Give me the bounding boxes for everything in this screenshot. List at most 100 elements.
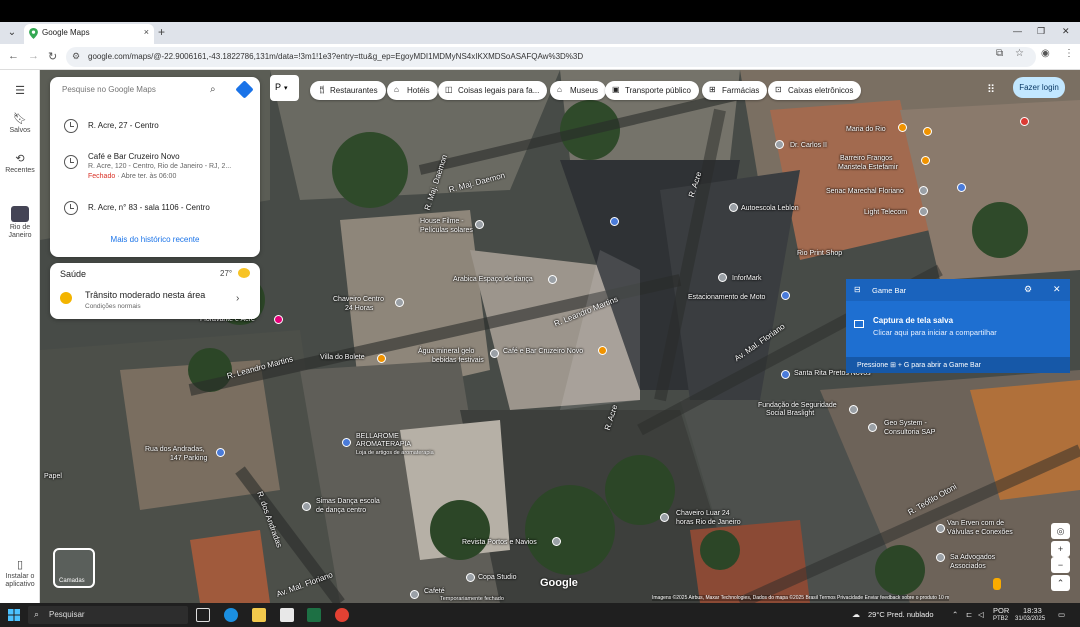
place-label[interactable]: Arabica Espaço de dança [453,276,533,283]
place-pin[interactable] [395,298,404,307]
clock-time[interactable]: 18:33 [1023,606,1042,615]
chip-hotels[interactable]: ⌂ Hotéis [387,81,438,100]
place-pin[interactable] [729,203,738,212]
place-label[interactable]: Papel [44,473,62,480]
weather-text[interactable]: 29°C Pred. nublado [868,610,934,619]
place-label[interactable]: 24 Horas [345,305,373,312]
place-label[interactable]: Simas Dança escola [316,498,380,505]
omnibox[interactable]: ⚙ google.com/maps/@-22.9006161,-43.18227… [66,47,1036,67]
place-label[interactable]: InforMark [732,275,762,282]
install-app-icon[interactable]: ⧉ [996,48,1003,59]
place-label[interactable]: Barreiro Frangos [840,155,893,162]
network-icon[interactable]: ⊏ [966,610,972,619]
place-pin[interactable] [919,186,928,195]
place-label[interactable]: Senac Marechal Floriano [826,188,904,195]
place-label[interactable]: Temporariamente fechado [440,596,504,602]
place-pin[interactable] [936,524,945,533]
tray-chevron-icon[interactable]: ⌃ [952,610,958,619]
church-pin[interactable] [781,370,790,379]
chip-restaurants[interactable]: 🍴︎ Restaurantes [310,81,386,100]
place-pin[interactable] [919,207,928,216]
restaurant-pin[interactable] [898,123,907,132]
search-icon[interactable]: ⌕ [210,84,216,95]
place-label[interactable]: horas Rio de Janeiro [676,519,741,526]
place-label[interactable]: Autoescola Leblon [741,205,799,212]
login-button[interactable]: Fazer login [1013,77,1065,98]
place-pin[interactable] [718,273,727,282]
place-pin[interactable] [552,537,561,546]
reload-icon[interactable]: ↻ [48,50,57,63]
place-label[interactable]: Água mineral gelo [418,348,474,355]
place-label[interactable]: Social Braslight [766,410,814,417]
edge-icon[interactable] [224,608,238,622]
clock-date[interactable]: 31/03/2025 [1015,616,1045,622]
chip-museums[interactable]: ⌂ Museus [550,81,607,100]
place-pin[interactable] [660,513,669,522]
hospital-pin[interactable] [1020,117,1029,126]
pegman-icon[interactable] [993,578,1001,590]
chip-pharmacies[interactable]: ⊞ Farmácias [702,81,768,100]
place-pin[interactable] [849,405,858,414]
chrome-icon[interactable] [335,608,349,622]
place-pin[interactable] [548,275,557,284]
close-icon[interactable]: ✕ [1053,284,1061,295]
tab-list-button[interactable]: ⌄ [4,25,20,41]
rail-install[interactable]: ▯ Instalar o aplicativo [0,558,40,589]
task-view-icon[interactable] [196,608,210,622]
search-input[interactable] [62,85,212,94]
rail-saved[interactable]: 🔖︎ Salvos [0,112,40,134]
windows-start-icon[interactable] [8,609,20,621]
parking-pin[interactable] [216,448,225,457]
gear-icon[interactable]: ⚙ [1024,284,1032,295]
my-location-icon[interactable]: ◎ [1051,523,1070,539]
place-label[interactable]: Dr. Carlos II [790,142,827,149]
parking-pin[interactable] [781,291,790,300]
parking-pin[interactable] [957,183,966,192]
minimize-icon[interactable]: — [1013,26,1022,36]
place-label[interactable]: Loja de artigos de aromaterapia [356,450,434,456]
place-label[interactable]: Películas solares [420,227,473,234]
place-label[interactable]: Villa do Bolete [320,354,365,361]
place-label[interactable]: Associados [950,563,986,570]
expand-chevron-icon[interactable]: ⌃ [1051,575,1070,591]
file-explorer-icon[interactable] [252,608,266,622]
url-text[interactable]: google.com/maps/@-22.9006161,-43.1822786… [88,52,583,61]
place-label[interactable]: Consultoria SAP [884,429,935,436]
notification-icon[interactable]: ▭ [1058,610,1065,619]
place-pin[interactable] [868,423,877,432]
rail-recent[interactable]: ⟲ Recentes [0,152,40,174]
place-label[interactable]: Cafeté [424,588,445,595]
menu-icon[interactable]: ☰ [0,84,40,99]
taskbar-search[interactable]: ⌕ Pesquisar [28,606,188,624]
place-pin[interactable] [302,502,311,511]
store-icon[interactable] [280,608,294,622]
language[interactable]: POR [993,606,1009,615]
place-label[interactable]: 147 Parking [170,455,207,462]
volume-icon[interactable]: ◁ [978,610,984,619]
place-pin[interactable] [775,140,784,149]
place-label[interactable]: bebidas festivais [432,357,484,364]
place-label[interactable]: Sa Advogados [950,554,995,561]
place-label[interactable]: House Filme - [420,218,464,225]
p-chip[interactable]: P ▾ [270,75,299,101]
place-label[interactable]: Chaveiro Luar 24 [676,510,730,517]
store-pin[interactable] [342,438,351,447]
profile-icon[interactable]: ◉ [1041,48,1050,59]
place-label[interactable]: AROMATERAPIA [356,441,411,448]
place-label[interactable]: Fundação de Seguridade [758,402,837,409]
place-pin[interactable] [936,553,945,562]
rail-rio[interactable]: Rio de Janeiro [0,206,40,240]
tab-close-icon[interactable]: × [144,27,149,37]
restore-icon[interactable]: ❐ [1037,26,1045,37]
place-label[interactable]: Café e Bar Cruzeiro Novo [503,348,583,355]
place-label[interactable]: Chaveiro Centro [333,296,384,303]
directions-icon[interactable] [235,80,254,99]
chip-transit[interactable]: ▣ Transporte público [605,81,699,100]
chip-atms[interactable]: ⊡ Caixas eletrônicos [768,81,862,100]
back-icon[interactable]: ← [8,50,19,62]
tab-google-maps[interactable]: Google Maps × [24,24,154,44]
health-card[interactable]: Saúde 27° Trânsito moderado nesta área C… [50,263,260,319]
place-pin[interactable] [475,220,484,229]
apps-grid-icon[interactable]: ⠿ [987,83,995,96]
place-label[interactable]: BELLAROME [356,433,399,440]
